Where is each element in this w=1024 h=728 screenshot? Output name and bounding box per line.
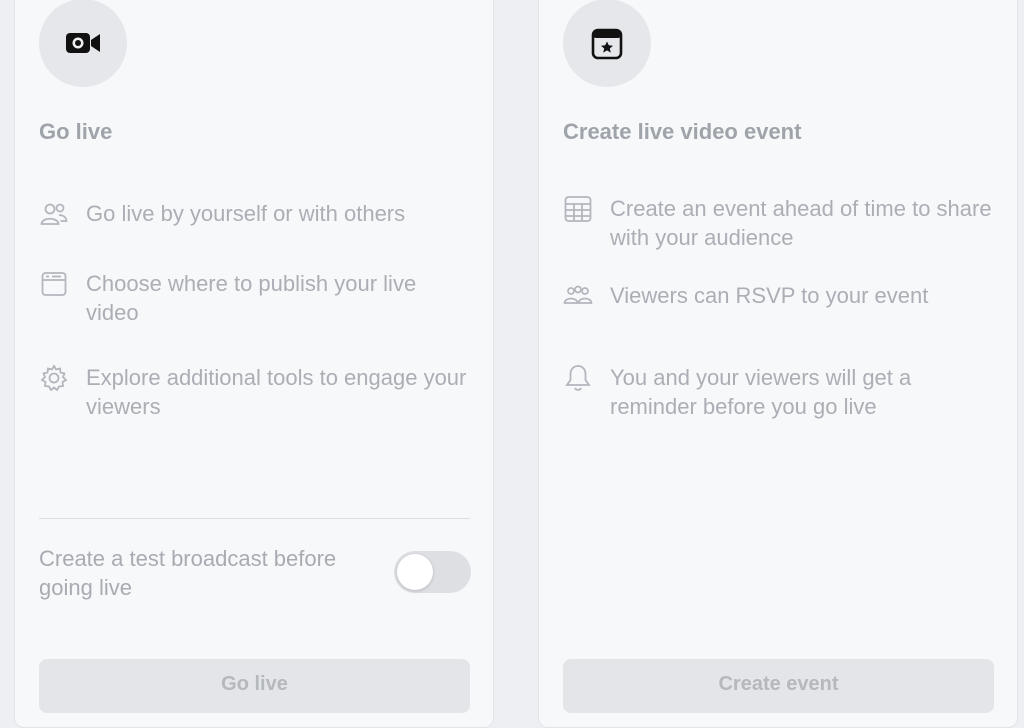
- feature-rsvp: Viewers can RSVP to your event: [563, 281, 993, 311]
- calendar-star-icon: [563, 0, 651, 87]
- feature-choose-publish: Choose where to publish your live video: [39, 269, 469, 327]
- calendar-grid-icon: [563, 194, 593, 224]
- toggle-knob: [397, 554, 433, 590]
- feature-text: Create an event ahead of time to share w…: [610, 196, 992, 250]
- feature-text: Go live by yourself or with others: [86, 201, 406, 226]
- test-broadcast-label: Create a test broadcast before going liv…: [39, 546, 337, 600]
- test-broadcast-toggle[interactable]: [394, 551, 471, 593]
- feature-reminder: You and your viewers will get a reminder…: [563, 363, 993, 421]
- go-live-card: Go live Go live by yourself or with othe…: [14, 0, 494, 728]
- group-icon: [563, 281, 593, 311]
- create-event-button[interactable]: Create event: [563, 659, 994, 713]
- video-camera-icon: [39, 0, 127, 87]
- people-icon: [39, 199, 69, 229]
- feature-text: Viewers can RSVP to your event: [610, 283, 929, 308]
- publish-window-icon: [39, 269, 69, 299]
- feature-text: You and your viewers will get a reminder…: [610, 365, 912, 419]
- go-live-title: Go live: [39, 119, 113, 144]
- feature-text: Explore additional tools to engage your …: [86, 365, 467, 419]
- feature-explore-tools: Explore additional tools to engage your …: [39, 363, 469, 421]
- divider: [39, 518, 470, 519]
- bell-icon: [563, 363, 593, 393]
- go-live-button[interactable]: Go live: [39, 659, 470, 713]
- feature-text: Choose where to publish your live video: [86, 271, 417, 325]
- feature-go-live-with-others: Go live by yourself or with others: [39, 199, 469, 229]
- feature-create-event-ahead: Create an event ahead of time to share w…: [563, 194, 993, 252]
- event-title: Create live video event: [563, 119, 802, 144]
- event-card: Create live video event Create an event …: [538, 0, 1018, 728]
- gear-icon: [39, 363, 69, 393]
